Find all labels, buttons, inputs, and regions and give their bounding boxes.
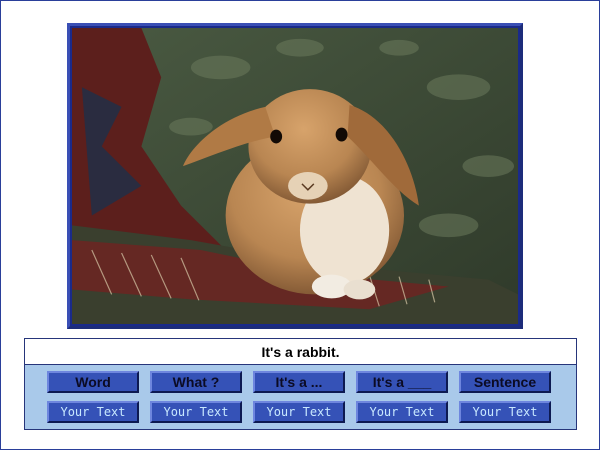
sentence-display: It's a rabbit.: [25, 339, 576, 365]
your-text-field-1[interactable]: Your Text: [47, 401, 139, 423]
its-a-blank-button[interactable]: It's a ___: [356, 371, 448, 393]
app-window: It's a rabbit. Word What ? It's a ... It…: [0, 0, 600, 450]
your-text-field-3[interactable]: Your Text: [253, 401, 345, 423]
photo-frame: [67, 23, 523, 329]
your-text-field-2[interactable]: Your Text: [150, 401, 242, 423]
your-text-field-4[interactable]: Your Text: [356, 401, 448, 423]
rabbit-photo[interactable]: [72, 28, 518, 324]
its-a-ellipsis-button[interactable]: It's a ...: [253, 371, 345, 393]
what-button[interactable]: What ?: [150, 371, 242, 393]
rabbit-photo-illustration: [72, 28, 518, 324]
phrase-panel: It's a rabbit. Word What ? It's a ... It…: [24, 338, 577, 430]
word-button[interactable]: Word: [47, 371, 139, 393]
sentence-button[interactable]: Sentence: [459, 371, 551, 393]
your-text-field-5[interactable]: Your Text: [459, 401, 551, 423]
